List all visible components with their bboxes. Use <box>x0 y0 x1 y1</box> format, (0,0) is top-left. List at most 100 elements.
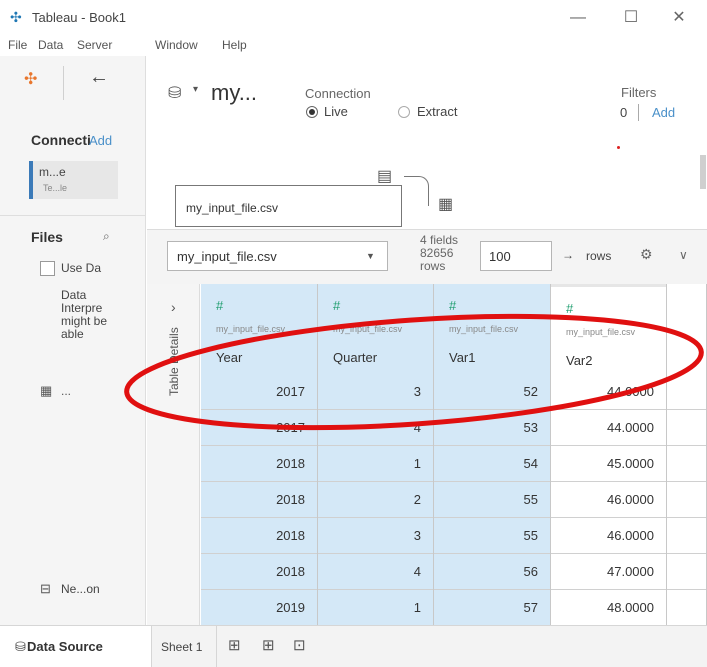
connections-add-link[interactable]: Add <box>89 133 112 148</box>
table-cell[interactable]: 56 <box>434 554 550 590</box>
filters-count: 0 <box>620 105 628 120</box>
table-cell[interactable] <box>667 410 706 446</box>
table-details-strip[interactable]: › Table Details <box>147 284 200 625</box>
connection-item[interactable]: m...e Te...le <box>29 161 118 199</box>
table-cell[interactable] <box>667 590 706 625</box>
number-type-icon[interactable]: # <box>449 298 456 313</box>
canvas-scrollbar[interactable] <box>700 155 706 189</box>
connection-label: Connection <box>305 86 371 101</box>
cell-value: 1 <box>413 456 421 471</box>
menu-window[interactable]: Window <box>155 38 198 52</box>
live-radio-label[interactable]: Live <box>324 104 348 119</box>
table-cell[interactable]: 2018 <box>201 518 317 554</box>
cell-value: 44.0000 <box>607 384 654 399</box>
search-icon[interactable]: ⌕ <box>103 229 110 244</box>
table-cell[interactable]: 48.0000 <box>551 590 666 625</box>
table-cell[interactable]: 54 <box>434 446 550 482</box>
table-cell[interactable]: 47.0000 <box>551 554 666 590</box>
table-cell[interactable]: 55 <box>434 482 550 518</box>
table-icon: ▦ <box>438 196 454 213</box>
table-cell[interactable]: 2018 <box>201 554 317 590</box>
cell-value: 53 <box>523 420 538 435</box>
table-cell[interactable] <box>667 374 706 410</box>
database-icon: ⛁ <box>15 639 26 654</box>
back-arrow-icon[interactable]: ← <box>89 66 109 89</box>
files-label: Files <box>31 229 63 245</box>
table-cell[interactable]: 44.0000 <box>551 410 666 446</box>
tableau-start-icon[interactable]: ✣ <box>24 69 37 89</box>
extract-radio-label[interactable]: Extract <box>417 104 457 119</box>
table-cell[interactable] <box>667 482 706 518</box>
column-header[interactable]: # my_input_file.csv Var2 <box>551 284 666 374</box>
new-union-link[interactable]: Ne...on <box>61 582 100 596</box>
menu-server[interactable]: Server <box>77 38 112 52</box>
column-name[interactable]: Year <box>216 350 242 365</box>
table-cell[interactable]: 3 <box>318 518 433 554</box>
table-cell[interactable] <box>667 446 706 482</box>
filters-label: Filters <box>621 85 657 100</box>
table-cell[interactable]: 53 <box>434 410 550 446</box>
table-cell[interactable] <box>667 554 706 590</box>
rows-word: rows <box>420 259 446 273</box>
table-cell[interactable]: 2017 <box>201 374 317 410</box>
cell-value: 2018 <box>276 528 305 543</box>
database-icon[interactable]: ⛁ <box>168 83 181 103</box>
table-select[interactable]: my_input_file.csv ▼ <box>167 241 388 271</box>
table-cell[interactable]: 44.0000 <box>551 374 666 410</box>
table-grid-icon: ▦ <box>40 383 53 398</box>
canvas-table-card[interactable]: my_input_file.csv <box>175 185 402 227</box>
rows-input[interactable]: 100 <box>480 241 552 271</box>
number-type-icon[interactable]: # <box>216 298 223 313</box>
minimize-button[interactable]: — <box>555 4 601 32</box>
column-header[interactable]: # my_input_file.csv Quarter <box>318 284 433 374</box>
sheet-tab[interactable]: Sheet 1 <box>152 626 217 667</box>
data-source-tab[interactable]: ⛁ Data Source <box>0 626 152 667</box>
extract-radio[interactable] <box>398 106 410 118</box>
table-cell[interactable]: 2 <box>318 482 433 518</box>
table-cell[interactable]: 55 <box>434 518 550 554</box>
gear-icon[interactable]: ⚙ <box>640 246 653 263</box>
chevron-down-icon[interactable]: ▾ <box>193 84 198 95</box>
table-cell[interactable]: 46.0000 <box>551 482 666 518</box>
chevron-down-icon[interactable]: ∨ <box>679 248 688 262</box>
number-type-icon[interactable]: # <box>566 301 573 316</box>
filters-add-link[interactable]: Add <box>652 105 675 120</box>
column-name[interactable]: Quarter <box>333 350 377 365</box>
number-type-icon[interactable]: # <box>333 298 340 313</box>
table-cell[interactable]: 4 <box>318 410 433 446</box>
table-cell[interactable] <box>667 518 706 554</box>
table-cell[interactable]: 1 <box>318 446 433 482</box>
table-cell[interactable]: 45.0000 <box>551 446 666 482</box>
data-source-name[interactable]: my... <box>211 80 257 106</box>
maximize-button[interactable]: ☐ <box>608 4 654 32</box>
table-cell[interactable]: 57 <box>434 590 550 625</box>
table-cell[interactable]: 3 <box>318 374 433 410</box>
tableau-logo-icon: ✣ <box>10 9 22 25</box>
close-button[interactable]: ✕ <box>656 4 702 32</box>
column-header[interactable]: # my_input_file.csv Year <box>201 284 317 374</box>
column-header[interactable]: # my_input_file.csv Var1 <box>434 284 550 374</box>
file-item[interactable]: ... <box>61 384 71 398</box>
cell-value: 2 <box>413 492 421 507</box>
table-cell[interactable]: 2019 <box>201 590 317 625</box>
table-cell[interactable]: 2017 <box>201 410 317 446</box>
table-cell[interactable]: 2018 <box>201 446 317 482</box>
column-name[interactable]: Var2 <box>566 353 593 368</box>
menu-data[interactable]: Data <box>38 38 63 52</box>
column-source: my_input_file.csv <box>566 327 636 337</box>
menu-file[interactable]: File <box>8 38 27 52</box>
table-cell[interactable]: 52 <box>434 374 550 410</box>
rows-arrow-icon[interactable]: → <box>562 248 574 262</box>
table-cell[interactable]: 4 <box>318 554 433 590</box>
use-interpreter-checkbox[interactable] <box>40 261 55 276</box>
new-story-icon[interactable]: ⊡ <box>293 636 306 654</box>
column-name[interactable]: Var1 <box>449 350 476 365</box>
column-source: my_input_file.csv <box>449 324 519 334</box>
new-worksheet-icon[interactable]: ⊞ <box>228 636 241 654</box>
new-dashboard-icon[interactable]: ⊞ <box>262 636 275 654</box>
table-cell[interactable]: 1 <box>318 590 433 625</box>
menu-help[interactable]: Help <box>222 38 247 52</box>
table-cell[interactable]: 46.0000 <box>551 518 666 554</box>
title-bar: ✣ Tableau - Book1 — ☐ ✕ <box>0 0 707 36</box>
table-cell[interactable]: 2018 <box>201 482 317 518</box>
